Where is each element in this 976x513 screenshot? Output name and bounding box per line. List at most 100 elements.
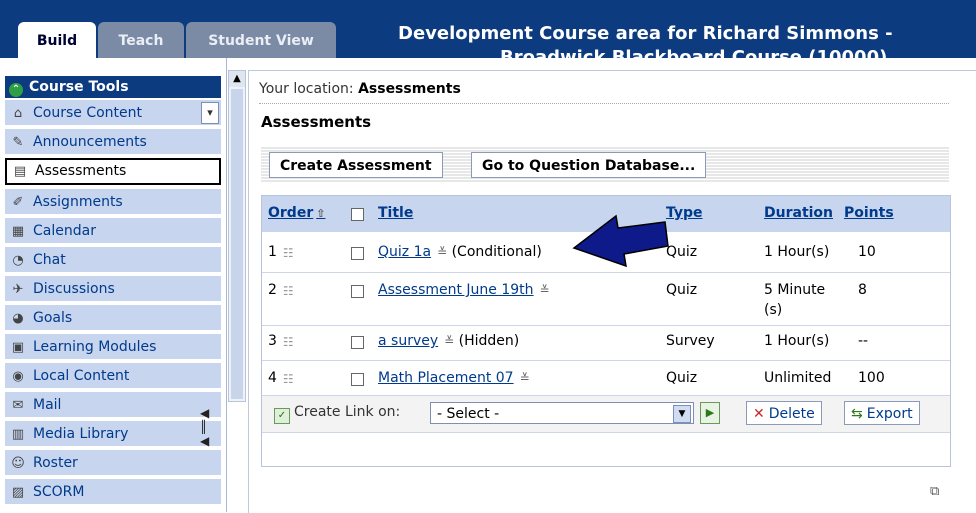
question-database-button[interactable]: Go to Question Database... (471, 152, 707, 178)
divider (259, 103, 949, 104)
order-cell: 4 ☷ (268, 368, 297, 388)
column-header-duration[interactable]: Duration (764, 196, 833, 232)
annotation-arrow (572, 214, 669, 268)
column-header-points[interactable]: Points (844, 196, 894, 232)
course-tools-header[interactable]: ⌃ Course Tools (5, 76, 221, 98)
clipboard-icon: ▤ (13, 164, 27, 179)
scroll-up-icon[interactable]: ▲ (229, 71, 245, 87)
go-arrow-button[interactable]: ▶ (700, 402, 720, 424)
title-cell: Assessment June 19th ≚ (378, 280, 550, 300)
context-menu-icon[interactable]: ≚ (520, 371, 530, 385)
context-menu-icon[interactable]: ≚ (444, 334, 454, 348)
delete-label: Delete (768, 406, 815, 422)
sidebar-item-label: Discussions (33, 281, 115, 297)
row-checkbox[interactable] (351, 247, 364, 260)
expand-chevron-icon[interactable]: ▾ (201, 102, 219, 124)
row-checkbox[interactable] (351, 285, 364, 298)
sidebar-item-mail[interactable]: ✉ Mail (5, 392, 221, 419)
assessment-title-link[interactable]: Math Placement 07 (378, 370, 514, 386)
context-menu-icon[interactable]: ≚ (540, 283, 550, 297)
points-cell: 10 (858, 244, 876, 260)
sidebar-item-label: Local Content (33, 368, 130, 384)
reorder-icon[interactable]: ☷ (283, 246, 297, 260)
table-row: 2 ☷ Assessment June 19th ≚ Quiz 5 Minute (s… (262, 273, 950, 326)
assessment-title-link[interactable]: a survey (378, 333, 438, 349)
points-cell: 100 (858, 370, 885, 386)
sidebar-item-label: Assessments (35, 163, 127, 179)
people-icon: ☺ (11, 456, 25, 471)
order-number: 2 (268, 282, 277, 298)
reorder-icon[interactable]: ☷ (283, 335, 297, 349)
course-title: Development Course area for Richard Simm… (398, 23, 893, 44)
sidebar-item-learning-modules[interactable]: ▣ Learning Modules (5, 334, 221, 361)
sidebar-item-label: Media Library (33, 426, 129, 442)
create-link-label: ✓ Create Link on: (274, 404, 400, 424)
title-cell: Quiz 1a ≚ (Conditional) (378, 242, 542, 262)
sidebar-item-media-library[interactable]: ▥ Media Library (5, 421, 221, 448)
tab-student-view[interactable]: Student View (186, 22, 336, 58)
reorder-icon[interactable]: ☷ (283, 372, 297, 386)
copy-icon[interactable]: ⧉ (930, 484, 944, 499)
sidebar-item-assignments[interactable]: ✐ Assignments (5, 189, 221, 216)
tab-teach[interactable]: Teach (98, 22, 184, 58)
sidebar-item-label: Goals (33, 310, 73, 326)
goal-icon: ◕ (12, 311, 24, 326)
course-tools-sidebar: ⌃ Course Tools ⌂ Course Content ▾ ✎ Announc… (0, 58, 227, 512)
column-header-type[interactable]: Type (666, 196, 703, 232)
column-header-order[interactable]: Order ⇧ (268, 196, 325, 232)
column-header-title[interactable]: Title (378, 196, 413, 232)
collapse-icon[interactable]: ⌃ (9, 83, 23, 97)
type-cell: Quiz (666, 282, 698, 298)
reorder-icon[interactable]: ☷ (283, 284, 297, 298)
sidebar-item-chat[interactable]: ◔ Chat (5, 247, 221, 274)
row-checkbox[interactable] (351, 373, 364, 386)
order-number: 1 (268, 244, 277, 260)
arrow-shape (572, 214, 669, 268)
chat-bubble-icon: ◔ (12, 253, 24, 268)
chevron-down-icon[interactable]: ▼ (673, 405, 691, 423)
document-icon: ▣ (11, 340, 25, 355)
table-row: 4 ☷ Math Placement 07 ≚ Quiz Unlimited 100 (262, 361, 950, 395)
title-cell: Math Placement 07 ≚ (378, 368, 530, 388)
sidebar-item-label: SCORM (33, 484, 85, 500)
sidebar-item-label: Assignments (33, 194, 123, 210)
assessment-title-link[interactable]: Quiz 1a (378, 244, 431, 260)
sidebar-item-roster[interactable]: ☺ Roster (5, 450, 221, 477)
assessment-title-link[interactable]: Assessment June 19th (378, 282, 534, 298)
sidebar-item-announcements[interactable]: ✎ Announcements (5, 129, 221, 156)
delete-button[interactable]: ✕ Delete (746, 401, 822, 425)
sidebar-item-local-content[interactable]: ◉ Local Content (5, 363, 221, 390)
create-assessment-button[interactable]: Create Assessment (269, 152, 443, 178)
order-cell: 3 ☷ (268, 331, 297, 351)
calendar-icon: ▦ (11, 224, 25, 239)
collapse-left-arrows-icon[interactable]: ◀ ║ ◀ (200, 406, 216, 462)
pin-icon: ✈ (12, 282, 24, 297)
select-all-checkbox[interactable] (351, 208, 364, 221)
sidebar-item-discussions[interactable]: ✈ Discussions (5, 276, 221, 303)
delete-x-icon: ✕ (753, 406, 765, 422)
mail-icon: ✉ (12, 398, 24, 413)
duration-cell: 5 Minute (s) (764, 280, 825, 320)
sidebar-scrollbar[interactable]: ▲ (228, 70, 246, 402)
main-content: Your location: Assessments Assessments C… (248, 70, 976, 513)
scorm-icon: ▨ (11, 485, 25, 500)
row-checkbox[interactable] (351, 336, 364, 349)
action-toolbar: Create Assessment Go to Question Databas… (261, 146, 949, 182)
export-button[interactable]: ⇆ Export (844, 401, 920, 425)
sidebar-item-assessments[interactable]: ▤ Assessments (5, 158, 221, 185)
megaphone-icon: ✎ (12, 135, 24, 150)
sidebar-item-goals[interactable]: ◕ Goals (5, 305, 221, 332)
breadcrumb: Your location: Assessments (259, 81, 461, 97)
sidebar-item-scorm[interactable]: ▨ SCORM (5, 479, 221, 506)
table-row: 3 ☷ a survey ≚ (Hidden) Survey 1 Hour(s) -… (262, 326, 950, 361)
create-link-text: Create Link on: (294, 404, 401, 420)
scrollbar-thumb[interactable] (231, 89, 243, 399)
context-menu-icon[interactable]: ≚ (437, 245, 447, 259)
sidebar-item-calendar[interactable]: ▦ Calendar (5, 218, 221, 245)
tab-build[interactable]: Build (18, 22, 96, 58)
sidebar-item-label: Chat (33, 252, 66, 268)
order-number: 4 (268, 370, 277, 386)
sidebar-item-course-content[interactable]: ⌂ Course Content ▾ (5, 100, 221, 127)
create-link-select[interactable]: - Select - ▼ (430, 402, 694, 424)
duration-cell: 1 Hour(s) (764, 333, 830, 349)
